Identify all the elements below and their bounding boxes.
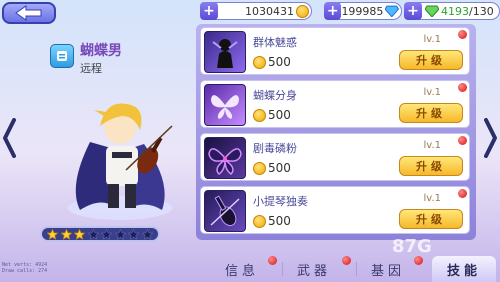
debug-line: Draw calls: 274	[2, 268, 48, 274]
notification-dot	[458, 136, 467, 145]
tab-divider	[282, 262, 283, 276]
skill-level: lv.1	[423, 34, 441, 45]
skill-cost: 500	[253, 161, 291, 175]
star-filled-icon	[74, 228, 86, 240]
back-button[interactable]	[2, 2, 56, 24]
back-arrow-icon	[15, 5, 42, 21]
butterfly-icon	[204, 84, 246, 126]
tab-skill[interactable]: 技能	[432, 256, 496, 282]
hero-class-badge	[50, 44, 74, 68]
star-empty-icon	[101, 228, 113, 240]
notification-dot	[342, 256, 351, 265]
upgrade-button[interactable]: 升级	[399, 156, 463, 176]
notification-dot	[268, 256, 277, 265]
tab-info[interactable]: 信息	[216, 258, 268, 280]
notification-dot	[414, 256, 423, 265]
skill-name: 群体魅惑	[253, 36, 297, 49]
debug-overlay: Net verts: 4924 Draw calls: 274	[2, 262, 47, 274]
skill-name: 蝴蝶分身	[253, 89, 297, 102]
star-filled-icon	[60, 228, 72, 240]
coin-icon	[253, 108, 266, 122]
skill-card[interactable]: 剧毒磷粉 500 lv.1 升级	[200, 133, 470, 181]
skill-cost-value: 500	[268, 108, 291, 122]
skill-card[interactable]: 蝴蝶分身 500 lv.1 升级	[200, 80, 470, 128]
notification-dot	[458, 83, 467, 92]
star-empty-icon	[87, 228, 99, 240]
diamond-counter: + 199985	[324, 2, 402, 20]
skill-card[interactable]: 小提琴独奏 500 lv.1 升级	[200, 186, 470, 234]
tab-gene[interactable]: 基因	[362, 258, 414, 280]
tab-divider	[356, 262, 357, 276]
skill-screen: + 1030431 + 199985 + 4193 /130 蝴蝶男 远程 Ne…	[0, 0, 500, 282]
star-empty-icon	[141, 228, 153, 240]
skill-level: lv.1	[423, 87, 441, 98]
stamina-value: 4193	[441, 4, 469, 18]
next-hero-arrow-icon[interactable]	[484, 118, 498, 158]
stamina-gem-icon	[425, 5, 439, 17]
coin-counter: + 1030431	[200, 2, 312, 20]
hero-class-icon	[57, 51, 67, 61]
hero-type: 远程	[80, 62, 102, 75]
add-diamonds-button[interactable]: +	[324, 2, 342, 20]
violin-icon	[204, 190, 246, 232]
coin-value: 1030431	[245, 4, 294, 18]
skill-cost: 500	[253, 55, 291, 69]
add-coins-button[interactable]: +	[200, 2, 218, 20]
skill-level: lv.1	[423, 140, 441, 151]
stamina-counter: + 4193 /130	[404, 2, 500, 20]
hero-portrait	[68, 103, 173, 220]
coin-icon	[253, 161, 266, 175]
hero-name: 蝴蝶男	[80, 43, 122, 59]
poison-butterfly-icon	[204, 137, 246, 179]
coin-icon	[253, 55, 266, 69]
diamond-value: 199985	[341, 4, 384, 18]
skill-cost-value: 500	[268, 55, 291, 69]
coin-icon	[253, 214, 266, 228]
upgrade-button[interactable]: 升级	[399, 50, 463, 70]
bottom-tab-bar: 信息 武器 基因 技能	[196, 252, 500, 282]
skill-name: 小提琴独奏	[253, 195, 308, 208]
hero-star-rating	[40, 226, 160, 242]
skill-card[interactable]: 群体魅惑 500 lv.1 升级	[200, 27, 470, 75]
star-filled-icon	[47, 228, 59, 240]
add-stamina-button[interactable]: +	[404, 2, 422, 20]
skill-cost-value: 500	[268, 214, 291, 228]
upgrade-button[interactable]: 升级	[399, 103, 463, 123]
skill-name: 剧毒磷粉	[253, 142, 297, 155]
notification-dot	[458, 30, 467, 39]
tab-weapon[interactable]: 武器	[288, 258, 340, 280]
skill-cost: 500	[253, 108, 291, 122]
star-empty-icon	[114, 228, 126, 240]
diamond-icon	[385, 5, 399, 17]
previous-hero-arrow-icon[interactable]	[2, 118, 16, 158]
stamina-max: /130	[469, 4, 494, 18]
skill-cost: 500	[253, 214, 291, 228]
star-empty-icon	[128, 228, 140, 240]
upgrade-button[interactable]: 升级	[399, 209, 463, 229]
watermark: 87G	[392, 236, 432, 257]
coin-icon	[296, 4, 309, 18]
notification-dot	[458, 189, 467, 198]
skill-cost-value: 500	[268, 161, 291, 175]
silhouette-icon	[204, 31, 246, 73]
skill-level: lv.1	[423, 193, 441, 204]
